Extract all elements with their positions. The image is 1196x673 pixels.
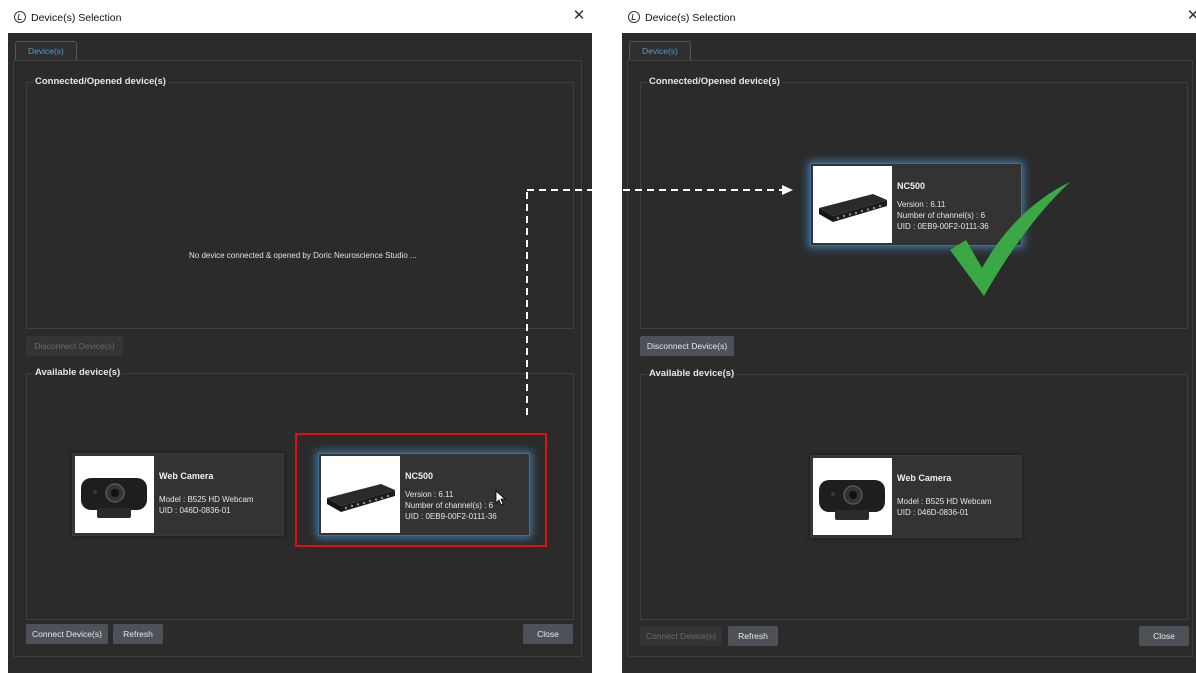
figure: Device(s) Selection ✕ Device(s) Connecte…: [0, 0, 1196, 673]
checkmark-icon: [950, 182, 1070, 296]
arrow-icon: [526, 185, 793, 415]
